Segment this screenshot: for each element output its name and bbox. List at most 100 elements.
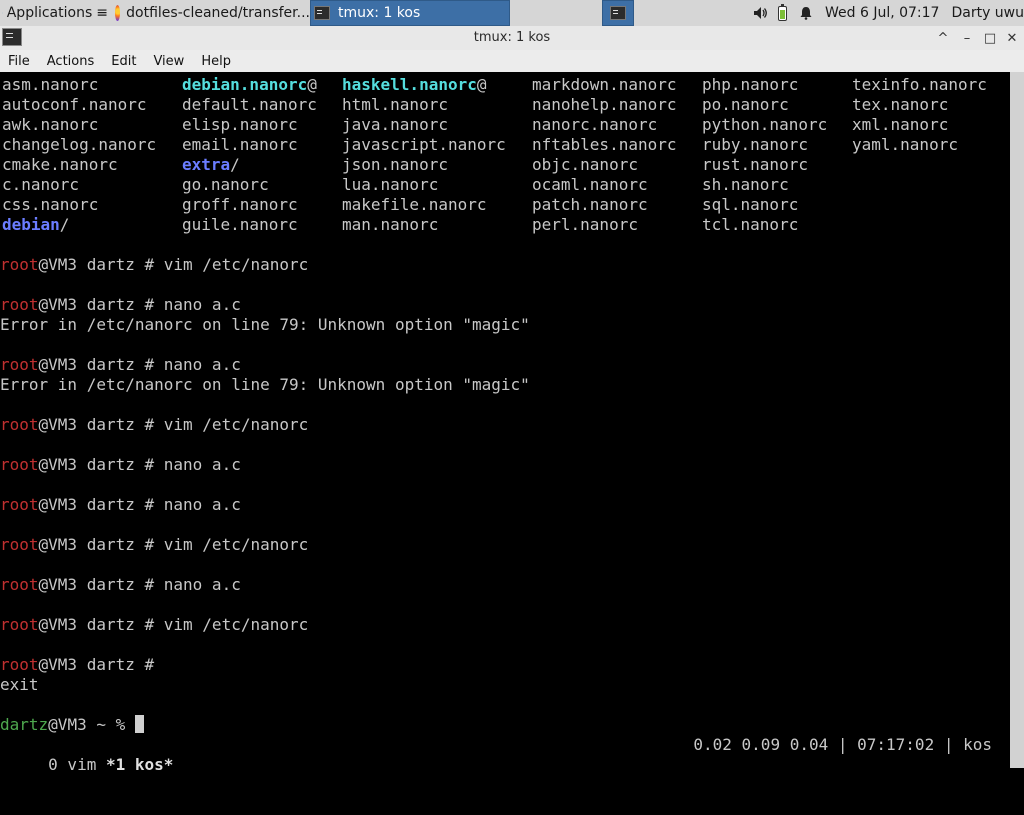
command-output: Error in /etc/nanorc on line 79: Unknown… <box>0 315 530 334</box>
shell-prompt-line: root@VM3 dartz # <box>0 655 164 675</box>
prompt-command: nano a.c <box>163 455 241 474</box>
prompt-user: root <box>0 575 39 594</box>
prompt-user: root <box>0 415 39 434</box>
notification-bell-icon[interactable] <box>799 6 813 20</box>
prompt-user: dartz <box>0 715 49 734</box>
shell-prompt-line: root@VM3 dartz # nano a.c <box>0 355 241 375</box>
shell-prompt-line: root@VM3 dartz # nano a.c <box>0 455 241 475</box>
firefox-icon <box>115 5 121 21</box>
prompt-command: nano a.c <box>163 575 241 594</box>
listing-file: php.nanorc <box>702 75 799 94</box>
system-tray: Wed 6 Jul, 07:17 Darty uwu <box>752 0 1024 26</box>
minimize-button[interactable]: ^ <box>934 29 952 47</box>
menu-file[interactable]: File <box>0 54 39 69</box>
listing-file: ruby.nanorc <box>702 135 808 154</box>
prompt-host: @VM3 ~ % <box>48 715 135 734</box>
listing-file: default.nanorc <box>182 95 317 114</box>
prompt-host: @VM3 dartz # <box>38 495 164 514</box>
battery-icon[interactable] <box>778 3 787 21</box>
shell-prompt-line: root@VM3 dartz # vim /etc/nanorc <box>0 255 308 275</box>
listing-file: lua.nanorc <box>342 175 439 194</box>
listing-directory: debian/ <box>2 215 70 234</box>
listing-file: nanohelp.nanorc <box>532 95 677 114</box>
window-title: tmux: 1 kos <box>473 30 551 45</box>
shell-prompt-line: root@VM3 dartz # nano a.c <box>0 495 241 515</box>
prompt-host: @VM3 dartz # <box>38 355 164 374</box>
volume-icon[interactable] <box>752 5 768 21</box>
maximize-button[interactable]: – <box>958 29 976 47</box>
panel-separator: ≡ <box>96 5 108 21</box>
listing-file: go.nanorc <box>182 175 269 194</box>
applications-label: Applications <box>6 5 93 21</box>
listing-symlink: haskell.nanorc@ <box>342 75 487 94</box>
shell-prompt-line: root@VM3 dartz # vim /etc/nanorc <box>0 535 308 555</box>
prompt-command: vim /etc/nanorc <box>163 535 309 554</box>
listing-file: elisp.nanorc <box>182 115 298 134</box>
prompt-host: @VM3 dartz # <box>38 655 164 674</box>
listing-file: groff.nanorc <box>182 195 298 214</box>
listing-symlink: debian.nanorc@ <box>182 75 317 94</box>
listing-file: rust.nanorc <box>702 155 808 174</box>
listing-file: email.nanorc <box>182 135 298 154</box>
clock[interactable]: Wed 6 Jul, 07:17 <box>825 5 939 21</box>
prompt-host: @VM3 dartz # <box>38 575 164 594</box>
listing-file: patch.nanorc <box>532 195 648 214</box>
listing-file: cmake.nanorc <box>2 155 118 174</box>
listing-file: xml.nanorc <box>852 115 949 134</box>
listing-file: nftables.nanorc <box>532 135 677 154</box>
listing-file: sh.nanorc <box>702 175 789 194</box>
listing-file: autoconf.nanorc <box>2 95 147 114</box>
shell-prompt-line: root@VM3 dartz # nano a.c <box>0 295 241 315</box>
prompt-host: @VM3 dartz # <box>38 255 164 274</box>
applications-menu[interactable]: Applications ≡ <box>0 0 108 26</box>
restore-button[interactable]: □ <box>981 29 999 47</box>
listing-file: man.nanorc <box>342 215 439 234</box>
text-cursor <box>134 715 144 733</box>
window-titlebar[interactable]: tmux: 1 kos ^ – □ ✕ <box>0 26 1024 51</box>
shell-prompt-line: root@VM3 dartz # nano a.c <box>0 575 241 595</box>
close-button[interactable]: ✕ <box>1003 29 1021 47</box>
prompt-host: @VM3 dartz # <box>38 455 164 474</box>
listing-file: c.nanorc <box>2 175 80 194</box>
user-menu[interactable]: Darty uwu <box>951 5 1024 21</box>
terminal-area[interactable]: asm.nanorc autoconf.nanorc awk.nanorc chang… <box>0 72 1010 774</box>
prompt-user: root <box>0 295 39 314</box>
menu-help[interactable]: Help <box>193 54 240 69</box>
tmux-window-1-active[interactable]: *1 kos* <box>106 755 173 774</box>
prompt-command: nano a.c <box>163 295 241 314</box>
xfce-logo-icon <box>2 12 3 14</box>
taskbar-terminal[interactable]: tmux: 1 kos <box>310 0 510 26</box>
listing-file: markdown.nanorc <box>532 75 677 94</box>
listing-file: javascript.nanorc <box>342 135 506 154</box>
prompt-user: root <box>0 255 39 274</box>
menu-actions[interactable]: Actions <box>39 54 104 69</box>
listing-file: html.nanorc <box>342 95 448 114</box>
prompt-user: root <box>0 355 39 374</box>
listing-file: tex.nanorc <box>852 95 949 114</box>
workspace-switcher[interactable] <box>602 0 634 26</box>
listing-file: po.nanorc <box>702 95 789 114</box>
tmux-window-0[interactable]: 0 vim <box>39 755 106 774</box>
prompt-command: nano a.c <box>163 495 241 514</box>
prompt-host: @VM3 dartz # <box>38 415 164 434</box>
prompt-command: vim /etc/nanorc <box>163 415 309 434</box>
prompt-user: root <box>0 615 39 634</box>
prompt-host: @VM3 dartz # <box>38 535 164 554</box>
listing-file: json.nanorc <box>342 155 448 174</box>
prompt-host: @VM3 dartz # <box>38 295 164 314</box>
prompt-command: nano a.c <box>163 355 241 374</box>
listing-file: sql.nanorc <box>702 195 799 214</box>
menu-edit[interactable]: Edit <box>103 54 145 69</box>
prompt-user: root <box>0 535 39 554</box>
listing-file: ocaml.nanorc <box>532 175 648 194</box>
prompt-command: vim /etc/nanorc <box>163 615 309 634</box>
listing-file: asm.nanorc <box>2 75 99 94</box>
listing-file: tcl.nanorc <box>702 215 799 234</box>
terminal-scrollbar[interactable] <box>1010 72 1024 768</box>
prompt-user: root <box>0 655 39 674</box>
shell-prompt-line: root@VM3 dartz # vim /etc/nanorc <box>0 415 308 435</box>
menu-view[interactable]: View <box>145 54 193 69</box>
taskbar-firefox[interactable]: dotfiles-cleaned/transfer... <box>112 0 310 26</box>
terminal-icon <box>314 6 330 20</box>
workspace-terminal-icon <box>610 6 626 20</box>
